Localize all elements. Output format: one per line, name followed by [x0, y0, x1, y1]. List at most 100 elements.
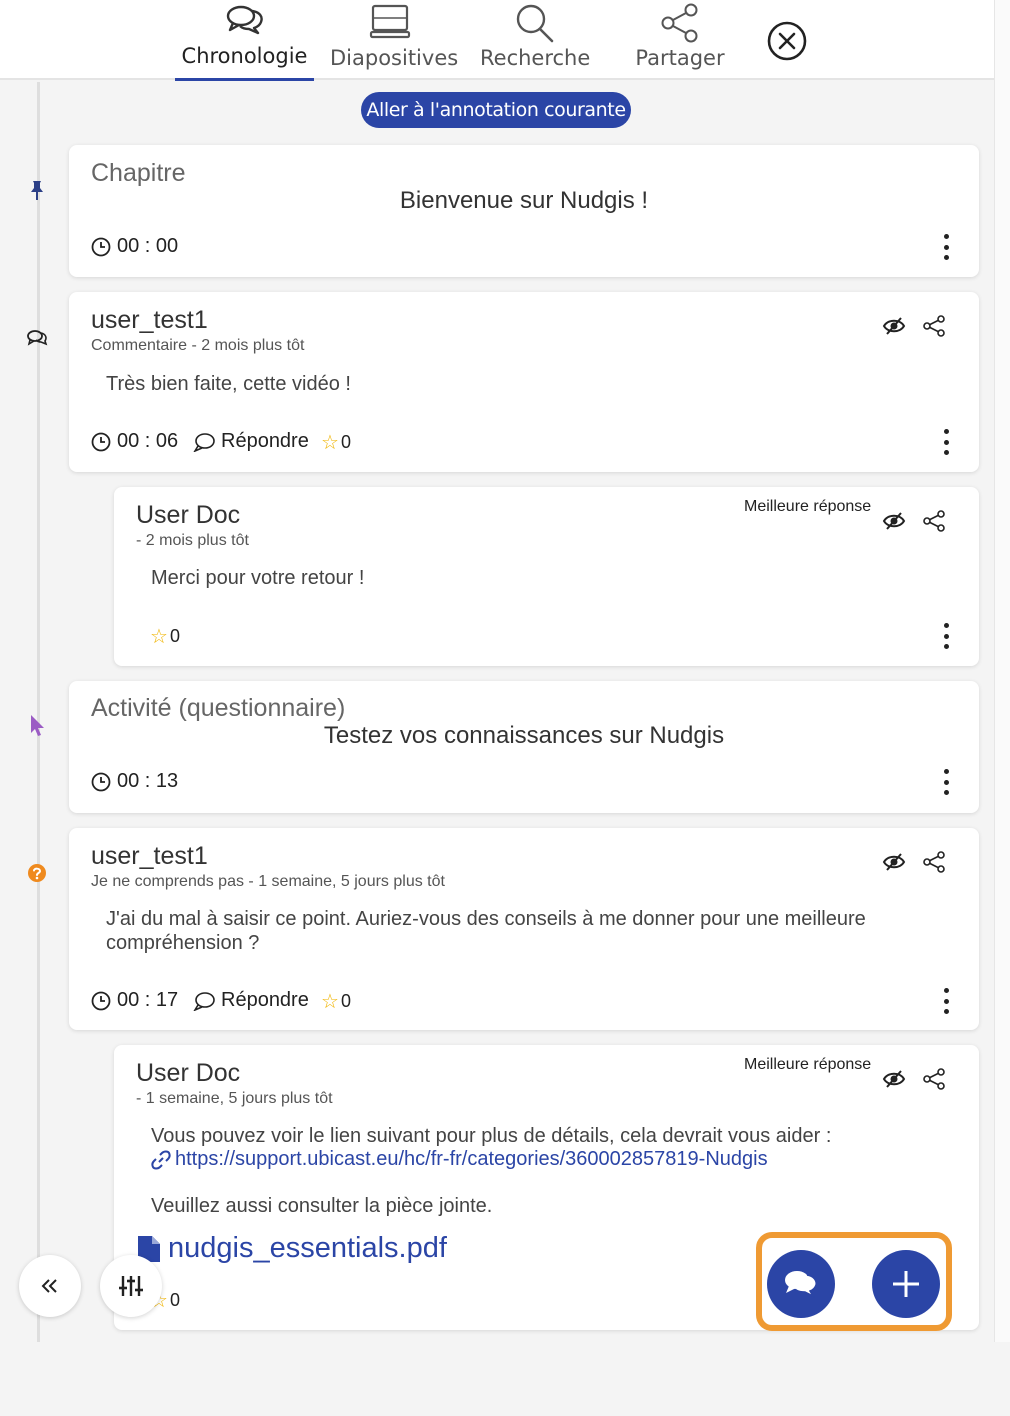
cursor-icon — [26, 714, 48, 736]
clock-icon — [91, 237, 111, 256]
timecode-label: 00 : 13 — [117, 770, 179, 792]
timecode[interactable]: 00 : 06 — [91, 430, 178, 453]
tab-partager[interactable]: Partager — [630, 0, 730, 80]
attachment-name: nudgis_essentials.pdf — [168, 1232, 447, 1264]
chapter-card[interactable]: Chapitre Bienvenue sur Nudgis ! 00 : 00 — [69, 145, 979, 277]
plus-icon — [893, 1271, 919, 1297]
author-name: User Doc — [136, 501, 241, 529]
share-icon[interactable] — [922, 851, 946, 873]
timecode-label: 00 : 06 — [117, 430, 179, 452]
comments-icon — [785, 1271, 817, 1298]
top-navigation: Chronologie Diapositives Recherche Parta… — [0, 0, 994, 81]
more-options-button[interactable] — [942, 429, 950, 455]
more-options-button[interactable] — [942, 623, 950, 649]
star-icon: ☆ — [321, 432, 339, 454]
clock-icon — [91, 772, 111, 791]
rating-count: 0 — [340, 991, 351, 1011]
question-card[interactable]: user_test1 Je ne comprends pas - 1 semai… — [69, 828, 979, 1030]
timecode[interactable]: 00 : 00 — [91, 235, 178, 258]
search-icon — [514, 2, 556, 49]
reply-button[interactable]: Répondre — [193, 989, 309, 1012]
share-icon[interactable] — [922, 1068, 946, 1090]
annotation-type: Chapitre — [91, 159, 186, 187]
pin-icon — [26, 180, 48, 202]
comment-text: Très bien faite, cette vidéo ! — [106, 373, 351, 395]
rating-count: 0 — [169, 1290, 180, 1310]
author-name: User Doc — [136, 1059, 241, 1087]
annotation-meta: Je ne comprends pas - 1 semaine, 5 jours… — [91, 873, 445, 890]
close-button[interactable] — [766, 20, 808, 62]
support-link[interactable]: https://support.ubicast.eu/hc/fr-fr/cate… — [151, 1148, 768, 1171]
reply-text: Merci pour votre retour ! — [151, 567, 365, 589]
comment-card[interactable]: user_test1 Commentaire - 2 mois plus tôt… — [69, 292, 979, 472]
clock-icon — [91, 432, 111, 451]
more-options-button[interactable] — [942, 769, 950, 795]
sliders-icon — [119, 1276, 143, 1296]
collapse-panel-button[interactable] — [19, 1255, 81, 1317]
more-options-button[interactable] — [942, 234, 950, 260]
share-icon[interactable] — [922, 315, 946, 337]
rating-button[interactable]: ☆ 0 — [150, 624, 180, 649]
chapter-title: Bienvenue sur Nudgis ! — [399, 187, 649, 214]
scrollbar[interactable] — [994, 0, 1010, 1342]
attachment-link[interactable]: nudgis_essentials.pdf — [136, 1232, 447, 1265]
reply-text-2: Veuillez aussi consulter la pièce jointe… — [151, 1195, 493, 1217]
annotation-type: Activité (questionnaire) — [91, 694, 346, 722]
annotation-meta: - 2 mois plus tôt — [136, 532, 249, 549]
tab-diapositives[interactable]: Diapositives — [330, 0, 459, 80]
author-name: user_test1 — [91, 842, 208, 870]
filter-settings-button[interactable] — [100, 1255, 162, 1317]
rating-count: 0 — [340, 432, 351, 452]
share-icon[interactable] — [922, 510, 946, 532]
annotation-meta: - 1 semaine, 5 jours plus tôt — [136, 1090, 333, 1107]
hide-icon[interactable] — [882, 510, 906, 532]
question-icon — [26, 862, 48, 884]
rating-count: 0 — [169, 626, 180, 646]
best-answer-label: Meilleure réponse — [744, 498, 872, 515]
double-chevron-left-icon — [41, 1279, 57, 1293]
comments-icon — [225, 2, 265, 43]
star-icon: ☆ — [321, 991, 339, 1013]
timecode[interactable]: 00 : 13 — [91, 770, 178, 793]
tab-chronologie[interactable]: Chronologie — [175, 0, 314, 81]
reply-label: Répondre — [221, 430, 309, 452]
comments-fab-button[interactable] — [767, 1250, 835, 1318]
slides-icon — [369, 2, 411, 45]
activity-title: Testez vos connaissances sur Nudgis — [323, 722, 725, 749]
reply-button[interactable]: Répondre — [193, 430, 309, 453]
reply-label: Répondre — [221, 989, 309, 1011]
tab-label: Partager — [635, 46, 725, 70]
timecode[interactable]: 00 : 17 — [91, 989, 178, 1012]
more-options-button[interactable] — [942, 988, 950, 1014]
link-icon — [151, 1150, 171, 1169]
add-annotation-button[interactable] — [872, 1250, 940, 1318]
goto-current-annotation-button[interactable]: Aller à l'annotation courante — [361, 92, 631, 128]
rating-button[interactable]: ☆ 0 — [321, 989, 351, 1014]
reply-icon — [193, 432, 215, 452]
hide-icon[interactable] — [882, 851, 906, 873]
rating-button[interactable]: ☆ 0 — [321, 430, 351, 455]
tab-label: Recherche — [480, 46, 591, 70]
timecode-label: 00 : 00 — [117, 235, 179, 257]
reply-text: Vous pouvez voir le lien suivant pour pl… — [151, 1125, 832, 1147]
tab-recherche[interactable]: Recherche — [480, 0, 590, 80]
timeline-rail — [37, 82, 40, 1342]
link-url: https://support.ubicast.eu/hc/fr-fr/cate… — [175, 1148, 768, 1170]
hide-icon[interactable] — [882, 315, 906, 337]
timecode-label: 00 : 17 — [117, 989, 179, 1011]
clock-icon — [91, 991, 111, 1010]
author-name: user_test1 — [91, 306, 208, 334]
star-icon: ☆ — [150, 626, 168, 648]
annotation-meta: Commentaire - 2 mois plus tôt — [91, 337, 305, 354]
activity-card[interactable]: Activité (questionnaire) Testez vos conn… — [69, 681, 979, 813]
reply-card[interactable]: User Doc - 2 mois plus tôt Meilleure rép… — [114, 487, 979, 666]
question-text: J'ai du mal à saisir ce point. Auriez-vo… — [106, 908, 866, 954]
best-answer-label: Meilleure réponse — [744, 1056, 872, 1073]
hide-icon[interactable] — [882, 1068, 906, 1090]
tab-label: Chronologie — [181, 44, 308, 68]
share-icon — [659, 2, 701, 49]
reply-icon — [193, 991, 215, 1011]
comment-icon — [26, 327, 48, 349]
tab-label: Diapositives — [330, 46, 459, 70]
close-icon — [767, 21, 807, 61]
